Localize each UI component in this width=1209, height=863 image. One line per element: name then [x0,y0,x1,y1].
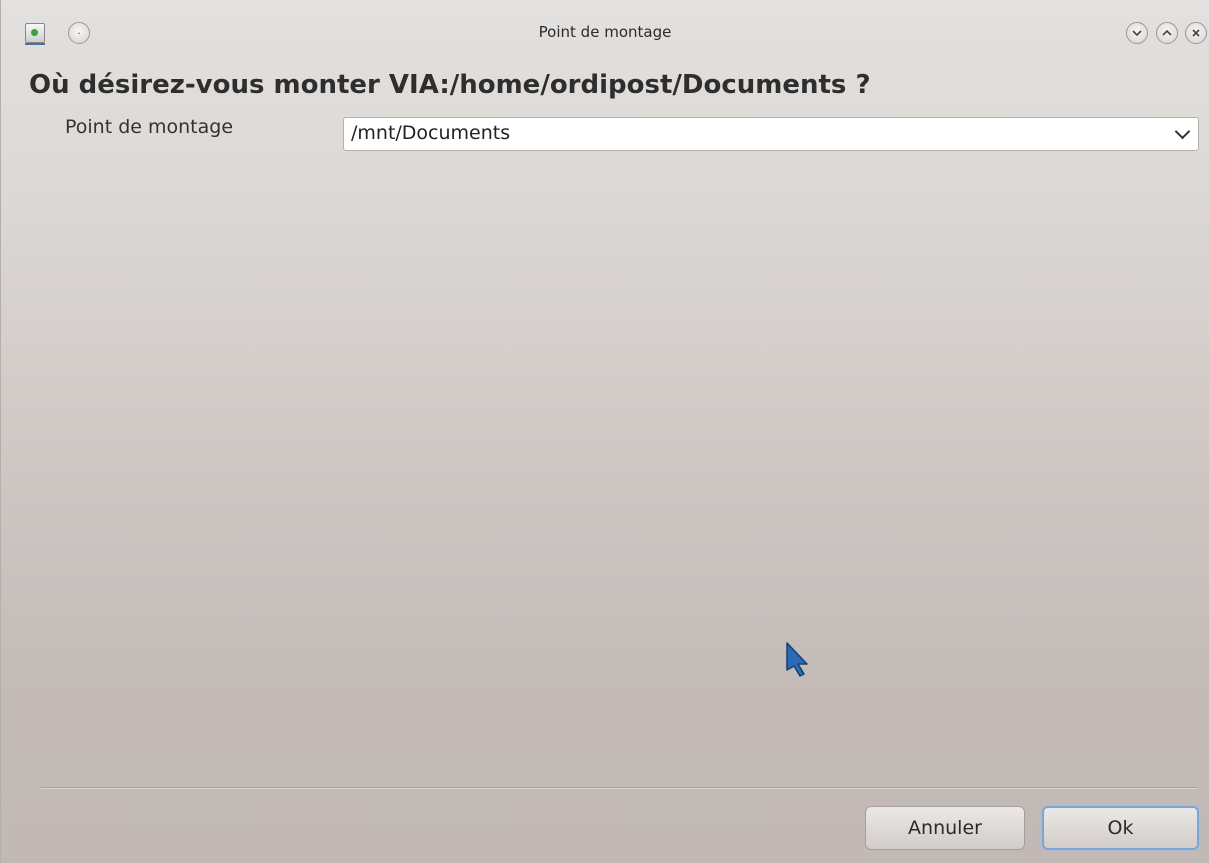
close-icon[interactable] [1185,22,1207,44]
button-separator [41,787,1197,789]
chevron-down-icon[interactable] [1174,123,1191,140]
window-title: Point de montage [538,23,672,41]
mount-point-dialog: · Point de montage Où désirez-vous monte… [0,0,1209,863]
mount-point-combobox[interactable]: /mnt/Documents [343,117,1199,151]
mount-point-label: Point de montage [65,116,234,138]
minimize-icon[interactable] [1126,22,1148,44]
mount-question-heading: Où désirez-vous monter VIA:/home/ordipos… [29,70,871,100]
ok-button[interactable]: Ok [1042,806,1199,850]
cancel-button[interactable]: Annuler [865,806,1025,850]
title-bar[interactable]: · Point de montage [1,0,1209,64]
mouse-pointer-icon [786,642,808,677]
maximize-icon[interactable] [1156,22,1178,44]
mount-point-value[interactable]: /mnt/Documents [351,122,510,144]
